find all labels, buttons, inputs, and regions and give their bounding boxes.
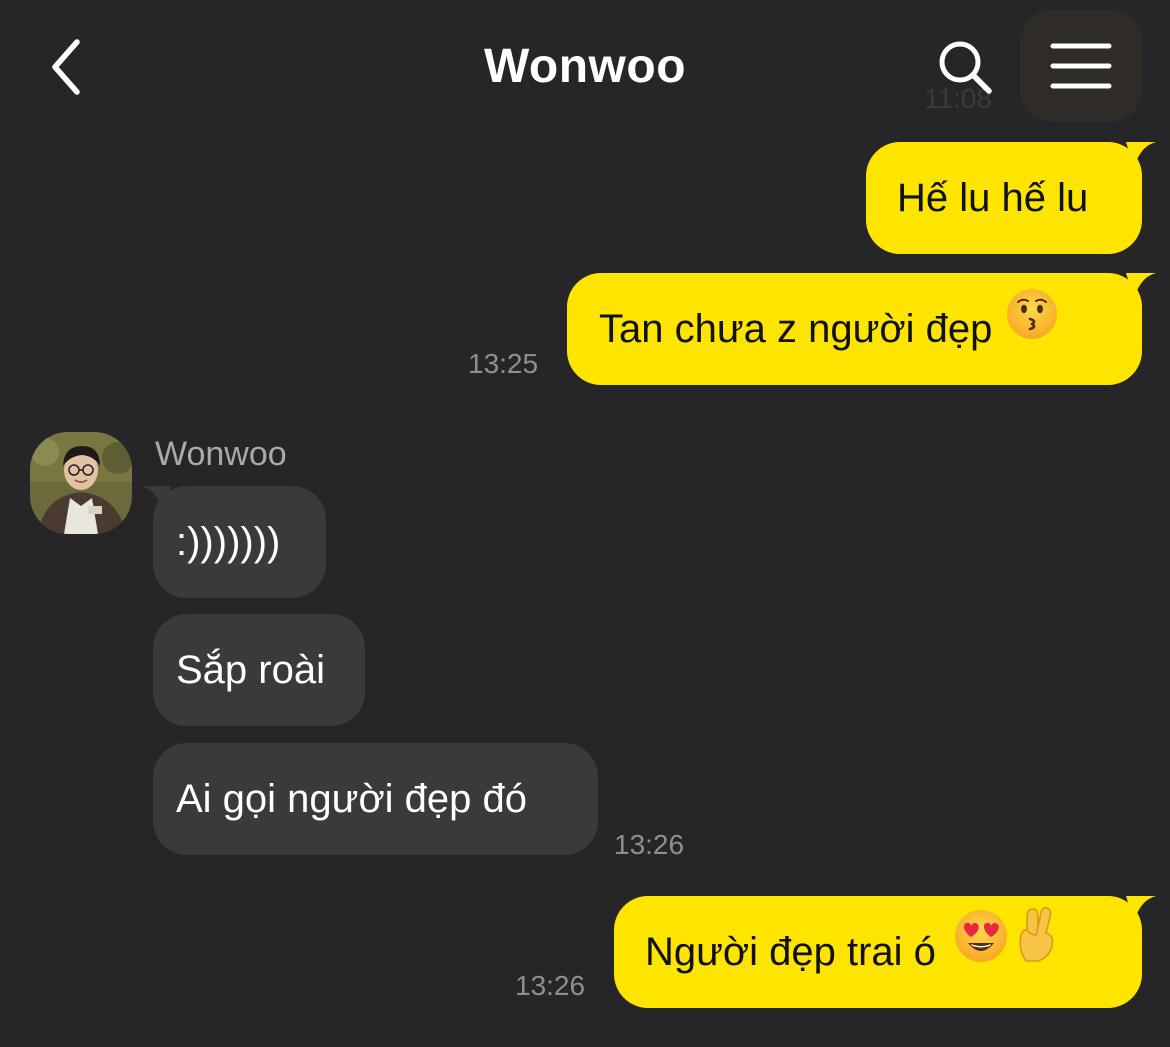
message-timestamp: 13:25 [468, 348, 539, 379]
message-bubble-outgoing[interactable]: Người đẹp trai ó [614, 894, 1156, 1008]
message-bubble-outgoing[interactable]: Hế lu hế lu [866, 142, 1156, 254]
search-button[interactable] [934, 36, 996, 98]
kissing-face-icon [1006, 271, 1058, 383]
avatar[interactable] [30, 432, 132, 534]
message-bubble-incoming[interactable]: Sắp roài [153, 614, 365, 726]
bubble-tail [141, 486, 171, 512]
message-text: Hế lu hế lu [897, 176, 1089, 220]
search-icon [939, 41, 992, 94]
heart-eyes-face-icon [954, 894, 1008, 1006]
message-text: Người đẹp trai ó [645, 930, 936, 974]
message-timestamp: 13:26 [515, 970, 586, 1001]
message-text: Tan chưa z người đẹp [599, 307, 993, 351]
message-bubble-incoming[interactable]: :))))))) [141, 486, 326, 598]
bubble-tail [1126, 896, 1156, 922]
crossed-fingers-icon [1014, 894, 1060, 1006]
menu-button[interactable] [1020, 10, 1142, 122]
message-text: Sắp roài [176, 648, 325, 692]
message-text: Ai gọi người đẹp đó [176, 777, 528, 821]
hamburger-menu-icon [1050, 43, 1112, 89]
message-timestamp: 13:26 [614, 829, 685, 860]
bubble-tail [1126, 273, 1156, 299]
message-bubble-outgoing[interactable]: Tan chưa z người đẹp [567, 271, 1156, 385]
bubble-tail [1126, 142, 1156, 168]
message-text: :))))))) [176, 520, 281, 564]
sender-name: Wonwoo [155, 435, 287, 473]
message-bubble-incoming[interactable]: Ai gọi người đẹp đó [153, 743, 598, 855]
